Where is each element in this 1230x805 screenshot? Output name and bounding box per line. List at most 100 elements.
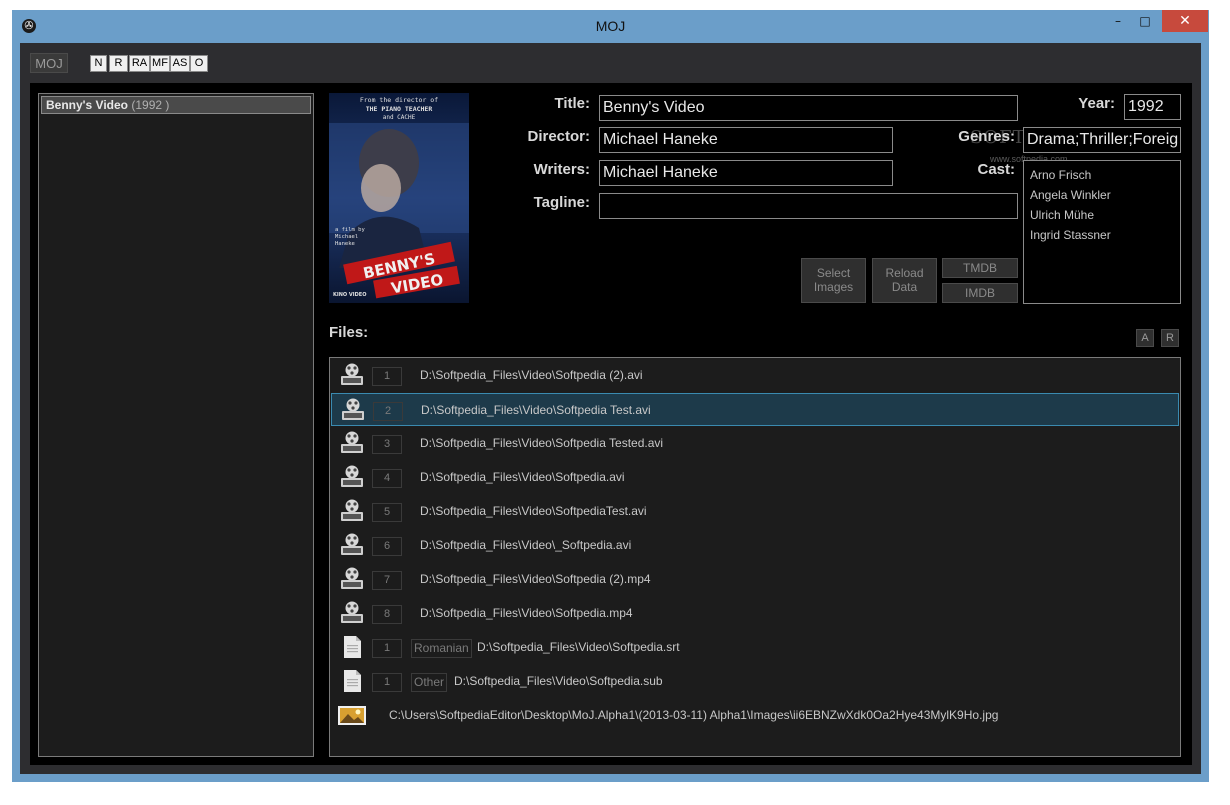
poster-tagline-3: and CACHE (383, 114, 416, 121)
table-row-selected[interactable]: 2 D:\Softpedia_Files\Video\Softpedia Tes… (331, 393, 1179, 426)
document-icon (344, 670, 361, 692)
toolbar-button-o[interactable]: O (190, 55, 208, 72)
cast-item[interactable]: Angela Winkler (1024, 185, 1180, 205)
file-path: D:\Softpedia_Files\Video\Softpedia.sub (454, 674, 663, 688)
reload-data-label-1: Reload (885, 266, 924, 280)
toolbar-button-r[interactable]: R (109, 55, 128, 72)
image-file-icon (338, 706, 366, 725)
poster-credit-3: Haneke (335, 241, 355, 247)
table-row[interactable]: 1 D:\Softpedia_Files\Video\Softpedia (2)… (331, 359, 1179, 392)
title-bar[interactable]: ✇ MOJ – □ ✕ (12, 10, 1209, 42)
table-row[interactable]: 1 Other D:\Softpedia_Files\Video\Softped… (331, 665, 1179, 698)
toolbar-button-ra[interactable]: RA (129, 55, 150, 72)
table-row[interactable]: 3 D:\Softpedia_Files\Video\Softpedia Tes… (331, 427, 1179, 460)
toolbar-button-n[interactable]: N (90, 55, 107, 72)
tmdb-button[interactable]: TMDB (942, 258, 1018, 278)
movie-poster[interactable]: From the director of THE PIANO TEACHER a… (329, 93, 469, 303)
title-field[interactable]: Benny's Video (599, 95, 1018, 121)
file-path: D:\Softpedia_Files\Video\Softpedia (2).m… (420, 572, 651, 586)
file-path: D:\Softpedia_Files\Video\Softpedia.srt (477, 640, 680, 654)
language-tag[interactable]: Romanian (411, 639, 472, 658)
client-area: MOJ N R RA MF AS O Benny's Video (1992 ) (20, 43, 1201, 774)
select-images-label-2: Images (813, 280, 854, 294)
genres-label: Genres: (958, 128, 1015, 145)
language-tag[interactable]: Other (411, 673, 448, 692)
close-button[interactable]: ✕ (1162, 10, 1208, 32)
director-label: Director: (527, 128, 590, 145)
file-number: 7 (372, 571, 402, 590)
tagline-label: Tagline: (533, 194, 590, 211)
document-icon (344, 636, 361, 658)
film-reel-icon (341, 431, 363, 453)
file-path: D:\Softpedia_Files\Video\Softpedia Teste… (420, 436, 664, 450)
file-number: 1 (372, 673, 402, 692)
maximize-button[interactable]: □ (1132, 10, 1158, 32)
table-row[interactable]: 8 D:\Softpedia_Files\Video\Softpedia.mp4 (331, 597, 1179, 630)
remove-file-button[interactable]: R (1161, 329, 1179, 347)
files-list[interactable]: 1 D:\Softpedia_Files\Video\Softpedia (2)… (329, 357, 1181, 757)
cast-list[interactable]: Arno Frisch Angela Winkler Ulrich Mühe I… (1023, 160, 1181, 304)
imdb-button[interactable]: IMDB (942, 283, 1018, 303)
file-path: D:\Softpedia_Files\Video\_Softpedia.avi (420, 538, 632, 552)
film-reel-icon (341, 363, 363, 385)
file-path: C:\Users\SoftpediaEditor\Desktop\MoJ.Alp… (389, 708, 999, 722)
table-row[interactable]: 1 Romanian D:\Softpedia_Files\Video\Soft… (331, 631, 1179, 664)
file-number: 3 (372, 435, 402, 454)
year-label: Year: (1078, 95, 1115, 112)
minimize-button[interactable]: – (1105, 10, 1131, 32)
tab-moj[interactable]: MOJ (30, 53, 68, 73)
select-images-label-1: Select (816, 266, 851, 280)
film-reel-icon (341, 601, 363, 623)
table-row[interactable]: C:\Users\SoftpediaEditor\Desktop\MoJ.Alp… (331, 699, 1179, 732)
file-number: 8 (372, 605, 402, 624)
poster-tagline-1: From the director of (360, 96, 438, 104)
file-number: 2 (373, 402, 403, 421)
poster-studio: KINO VIDEO (333, 292, 366, 298)
writers-label: Writers: (533, 161, 590, 178)
table-row[interactable]: 6 D:\Softpedia_Files\Video\_Softpedia.av… (331, 529, 1179, 562)
file-path: D:\Softpedia_Files\Video\Softpedia.avi (420, 470, 625, 484)
movie-list[interactable]: Benny's Video (1992 ) (38, 93, 314, 757)
file-path: D:\Softpedia_Files\Video\Softpedia (2).a… (420, 368, 643, 382)
film-reel-icon (341, 567, 363, 589)
writers-field[interactable]: Michael Haneke (599, 160, 893, 186)
poster-tagline-2: THE PIANO TEACHER (366, 105, 433, 113)
toolbar-button-as[interactable]: AS (170, 55, 190, 72)
file-number: 1 (372, 367, 402, 386)
poster-image: From the director of THE PIANO TEACHER a… (329, 93, 469, 303)
file-path: D:\Softpedia_Files\Video\SoftpediaTest.a… (420, 504, 647, 518)
poster-credit-1: a film by (335, 227, 365, 233)
file-number: 4 (372, 469, 402, 488)
cast-item[interactable]: Arno Frisch (1024, 165, 1180, 185)
file-path: D:\Softpedia_Files\Video\Softpedia Test.… (421, 403, 651, 417)
title-label: Title: (554, 95, 590, 112)
add-file-button[interactable]: A (1136, 329, 1154, 347)
file-number: 5 (372, 503, 402, 522)
year-field[interactable]: 1992 (1124, 94, 1181, 120)
film-reel-icon (341, 499, 363, 521)
file-number: 1 (372, 639, 402, 658)
movie-title: Benny's Video (46, 98, 128, 112)
tagline-field[interactable] (599, 193, 1018, 219)
table-row[interactable]: 4 D:\Softpedia_Files\Video\Softpedia.avi (331, 461, 1179, 494)
toolbar-button-mf[interactable]: MF (150, 55, 170, 72)
file-path: D:\Softpedia_Files\Video\Softpedia.mp4 (420, 606, 633, 620)
select-images-button[interactable]: Select Images (801, 258, 866, 303)
cast-item[interactable]: Ingrid Stassner (1024, 225, 1180, 245)
table-row[interactable]: 7 D:\Softpedia_Files\Video\Softpedia (2)… (331, 563, 1179, 596)
film-reel-icon (341, 465, 363, 487)
film-reel-icon (342, 398, 364, 420)
poster-credit-2: Michael (335, 234, 358, 240)
reload-data-label-2: Data (891, 280, 918, 294)
window-title: MOJ (595, 18, 626, 34)
cast-item[interactable]: Ulrich Mühe (1024, 205, 1180, 225)
main-panel: Benny's Video (1992 ) From the director … (30, 83, 1192, 765)
director-field[interactable]: Michael Haneke (599, 127, 893, 153)
app-window: ✇ MOJ – □ ✕ MOJ N R RA MF AS O Benny's V… (12, 10, 1209, 782)
table-row[interactable]: 5 D:\Softpedia_Files\Video\SoftpediaTest… (331, 495, 1179, 528)
movie-year: (1992 ) (131, 98, 170, 112)
list-item[interactable]: Benny's Video (1992 ) (41, 96, 311, 114)
reload-data-button[interactable]: Reload Data (872, 258, 937, 303)
genres-field[interactable]: Drama;Thriller;Foreig (1023, 127, 1181, 153)
files-label: Files: (329, 324, 369, 341)
